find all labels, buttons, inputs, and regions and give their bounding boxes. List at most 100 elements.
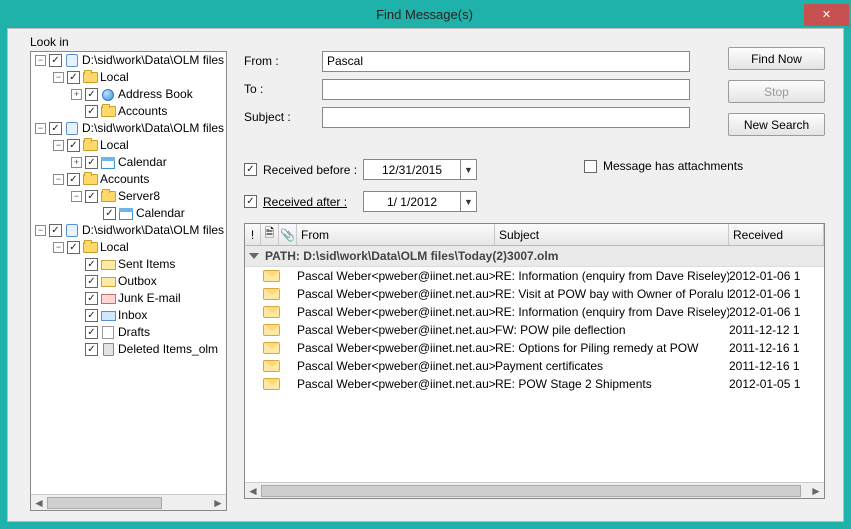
tree-checkbox[interactable] xyxy=(67,71,80,84)
tree-checkbox[interactable] xyxy=(85,105,98,118)
expand-toggle[interactable]: − xyxy=(71,191,82,202)
titlebar: Find Message(s) ✕ xyxy=(0,0,851,28)
results-scrollbar[interactable]: ◄ ► xyxy=(245,482,824,498)
subject-input[interactable] xyxy=(322,107,690,128)
expand-toggle[interactable]: − xyxy=(35,123,46,134)
message-row[interactable]: Pascal Weber<pweber@iinet.net.au>FW: POW… xyxy=(245,321,824,339)
tree-checkbox[interactable] xyxy=(49,224,62,237)
expand-toggle[interactable]: − xyxy=(53,72,64,83)
chevron-down-icon[interactable]: ▼ xyxy=(460,192,476,211)
tree-node-label: Calendar xyxy=(118,154,167,171)
tree-node[interactable]: −Local xyxy=(31,137,226,154)
from-input[interactable] xyxy=(322,51,690,72)
col-attachment-icon[interactable]: 📎 xyxy=(279,224,297,245)
to-input[interactable] xyxy=(322,79,690,100)
tree-checkbox[interactable] xyxy=(85,309,98,322)
scroll-right-icon[interactable]: ► xyxy=(808,484,824,498)
tree-checkbox[interactable] xyxy=(85,343,98,356)
tree-node[interactable]: − D:\sid\work\Data\OLM files xyxy=(31,52,226,69)
msg-subject: RE: POW Stage 2 Shipments xyxy=(495,377,729,391)
tree-node[interactable]: Sent Items xyxy=(31,256,226,273)
expand-toggle[interactable]: + xyxy=(71,89,82,100)
close-button[interactable]: ✕ xyxy=(804,4,849,26)
tree-checkbox[interactable] xyxy=(85,275,98,288)
tree-scroll-thumb[interactable] xyxy=(47,497,162,509)
tree-checkbox[interactable] xyxy=(67,173,80,186)
new-search-button[interactable]: New Search xyxy=(728,113,825,136)
find-now-button[interactable]: Find Now xyxy=(728,47,825,70)
col-from[interactable]: From xyxy=(297,224,495,245)
received-after-checkbox[interactable] xyxy=(244,195,257,208)
tree-node[interactable]: Inbox xyxy=(31,307,226,324)
attachments-checkbox[interactable] xyxy=(584,160,597,173)
tree-node-label: Server8 xyxy=(118,188,160,205)
received-after-label[interactable]: Received after : xyxy=(263,195,351,209)
tree-node[interactable]: Junk E-mail xyxy=(31,290,226,307)
chevron-down-icon[interactable]: ▼ xyxy=(460,160,476,179)
message-row[interactable]: Pascal Weber<pweber@iinet.net.au>RE: Inf… xyxy=(245,267,824,285)
received-before-checkbox[interactable] xyxy=(244,163,257,176)
tree-checkbox[interactable] xyxy=(67,139,80,152)
expand-toggle[interactable]: − xyxy=(53,242,64,253)
tree-node[interactable]: −Local xyxy=(31,239,226,256)
window-body: Look in −D:\sid\work\Data\OLM files−Loca… xyxy=(7,28,844,522)
folder-tree[interactable]: −D:\sid\work\Data\OLM files−Local+Addres… xyxy=(30,51,227,511)
tree-node[interactable]: −Local xyxy=(31,69,226,86)
tree-checkbox[interactable] xyxy=(103,207,116,220)
received-before-datepicker[interactable]: 12/31/2015 ▼ xyxy=(363,159,477,180)
mail-out-icon xyxy=(100,258,116,272)
tree-node[interactable]: Deleted Items_olm xyxy=(31,341,226,358)
tree-node-label: D:\sid\work\Data\OLM files xyxy=(82,52,224,69)
tree-checkbox[interactable] xyxy=(67,241,80,254)
group-header[interactable]: PATH: D:\sid\work\Data\OLM files\Today(2… xyxy=(245,246,824,267)
msg-from: Pascal Weber<pweber@iinet.net.au> xyxy=(297,269,495,283)
scroll-left-icon[interactable]: ◄ xyxy=(31,496,47,510)
tree-checkbox[interactable] xyxy=(85,258,98,271)
tree-checkbox[interactable] xyxy=(85,88,98,101)
tree-scrollbar[interactable]: ◄ ► xyxy=(31,494,226,510)
msg-from: Pascal Weber<pweber@iinet.net.au> xyxy=(297,287,495,301)
message-row[interactable]: Pascal Weber<pweber@iinet.net.au>Payment… xyxy=(245,357,824,375)
tree-node[interactable]: + Calendar xyxy=(31,154,226,171)
col-type-icon[interactable]: 🗎 xyxy=(261,224,279,245)
tree-node[interactable]: Accounts xyxy=(31,103,226,120)
tree-checkbox[interactable] xyxy=(85,326,98,339)
cal-icon xyxy=(118,207,134,221)
col-importance[interactable]: ! xyxy=(245,224,261,245)
tree-node[interactable]: − Server8 xyxy=(31,188,226,205)
expand-toggle[interactable]: + xyxy=(71,157,82,168)
received-before-label: Received before : xyxy=(263,163,363,177)
msg-received: 2012-01-06 1 xyxy=(729,287,824,301)
tree-node[interactable]: −D:\sid\work\Data\OLM files xyxy=(31,120,226,137)
received-after-value: 1/ 1/2012 xyxy=(364,195,460,209)
expand-toggle[interactable]: − xyxy=(35,55,46,66)
collapse-triangle-icon[interactable] xyxy=(249,253,259,259)
tree-node[interactable]: Outbox xyxy=(31,273,226,290)
tree-checkbox[interactable] xyxy=(85,190,98,203)
tree-node[interactable]: −Accounts xyxy=(31,171,226,188)
col-subject[interactable]: Subject xyxy=(495,224,729,245)
msg-subject: RE: Information (enquiry from Dave Risel… xyxy=(495,305,729,319)
message-row[interactable]: Pascal Weber<pweber@iinet.net.au>RE: POW… xyxy=(245,375,824,393)
expand-toggle[interactable]: − xyxy=(35,225,46,236)
message-row[interactable]: Pascal Weber<pweber@iinet.net.au>RE: Vis… xyxy=(245,285,824,303)
expand-toggle[interactable]: − xyxy=(53,140,64,151)
col-received[interactable]: Received xyxy=(729,224,824,245)
scroll-left-icon[interactable]: ◄ xyxy=(245,484,261,498)
scroll-right-icon[interactable]: ► xyxy=(210,496,226,510)
message-row[interactable]: Pascal Weber<pweber@iinet.net.au>RE: Opt… xyxy=(245,339,824,357)
tree-checkbox[interactable] xyxy=(49,122,62,135)
results-scroll-thumb[interactable] xyxy=(261,485,801,497)
tree-checkbox[interactable] xyxy=(85,156,98,169)
tree-checkbox[interactable] xyxy=(85,292,98,305)
tree-node[interactable]: +Address Book xyxy=(31,86,226,103)
expand-toggle[interactable]: − xyxy=(53,174,64,185)
message-row[interactable]: Pascal Weber<pweber@iinet.net.au>RE: Inf… xyxy=(245,303,824,321)
tree-checkbox[interactable] xyxy=(49,54,62,67)
tree-node[interactable]: Calendar xyxy=(31,205,226,222)
received-after-datepicker[interactable]: 1/ 1/2012 ▼ xyxy=(363,191,477,212)
stop-button[interactable]: Stop xyxy=(728,80,825,103)
tree-node[interactable]: −D:\sid\work\Data\OLM files xyxy=(31,222,226,239)
results-header[interactable]: ! 🗎 📎 From Subject Received xyxy=(245,224,824,246)
tree-node[interactable]: Drafts xyxy=(31,324,226,341)
